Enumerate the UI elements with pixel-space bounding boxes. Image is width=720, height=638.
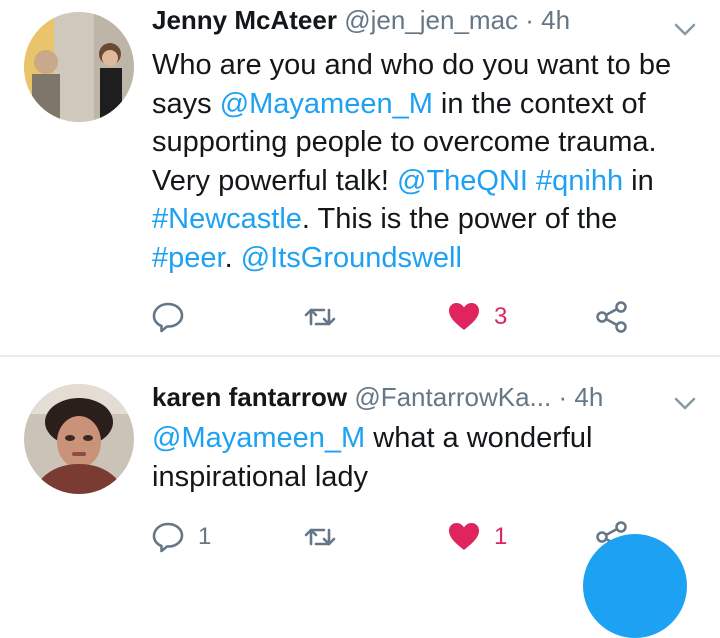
like-count: 1 bbox=[494, 523, 508, 550]
tweet-actions: 1 1 bbox=[150, 517, 640, 557]
timestamp[interactable]: 4h bbox=[541, 5, 570, 35]
heart-icon bbox=[446, 299, 482, 335]
retweet-button[interactable] bbox=[302, 297, 338, 337]
reply-button[interactable]: 1 bbox=[150, 517, 211, 557]
tweet-text-segment: . This is the power of the bbox=[301, 203, 618, 235]
avatar[interactable] bbox=[24, 384, 134, 494]
mention-link[interactable]: @TheQNI bbox=[397, 165, 528, 197]
tweet-text-segment: in bbox=[623, 164, 654, 197]
author-handle[interactable]: @jen_jen_mac bbox=[344, 5, 518, 35]
share-icon bbox=[594, 299, 630, 335]
tweet-text: Who are you and who do you want to be sa… bbox=[152, 46, 702, 277]
retweet-icon bbox=[302, 519, 338, 555]
like-button[interactable]: 3 bbox=[446, 297, 507, 337]
retweet-icon bbox=[302, 299, 338, 335]
hashtag-link[interactable]: #Newcastle bbox=[152, 203, 302, 235]
separator-dot: · bbox=[558, 382, 568, 412]
separator-dot: · bbox=[525, 5, 534, 35]
hashtag-link[interactable]: #peer bbox=[152, 242, 225, 274]
mention-link[interactable]: @Mayameen_M bbox=[220, 88, 433, 120]
chevron-down-icon[interactable] bbox=[672, 21, 698, 39]
tweet-actions: 3 bbox=[150, 297, 640, 337]
reply-button[interactable] bbox=[150, 297, 186, 337]
reply-icon bbox=[150, 299, 186, 335]
reply-count: 1 bbox=[198, 523, 212, 550]
hashtag-link[interactable]: #qnihh bbox=[536, 165, 623, 197]
chevron-down-icon[interactable] bbox=[672, 395, 698, 413]
like-count: 3 bbox=[494, 303, 508, 330]
heart-icon bbox=[446, 519, 482, 555]
mention-link[interactable]: @ItsGroundswell bbox=[241, 242, 462, 274]
compose-fab-button[interactable] bbox=[583, 534, 687, 638]
author-name[interactable]: Jenny McAteer bbox=[152, 5, 337, 35]
like-button[interactable]: 1 bbox=[446, 517, 507, 557]
tweet-header: Jenny McAteer @jen_jen_mac · 4h bbox=[152, 4, 570, 36]
tweet-text: @Mayameen_M what a wonderful inspiration… bbox=[152, 419, 632, 496]
tweet-header: karen fantarrow @FantarrowKa... · 4h bbox=[152, 381, 603, 413]
tweet-text-segment bbox=[528, 165, 536, 197]
author-name[interactable]: karen fantarrow bbox=[152, 382, 347, 412]
tweet-jenny[interactable]: Jenny McAteer @jen_jen_mac · 4h Who are … bbox=[0, 0, 720, 355]
reply-icon bbox=[150, 519, 186, 555]
timestamp[interactable]: 4h bbox=[574, 382, 603, 412]
avatar[interactable] bbox=[24, 12, 134, 122]
retweet-button[interactable] bbox=[302, 517, 338, 557]
mention-link[interactable]: @Mayameen_M bbox=[152, 422, 365, 454]
share-button[interactable] bbox=[594, 297, 630, 337]
author-handle[interactable]: @FantarrowKa... bbox=[354, 382, 551, 412]
tweet-text-segment: . bbox=[224, 241, 241, 274]
